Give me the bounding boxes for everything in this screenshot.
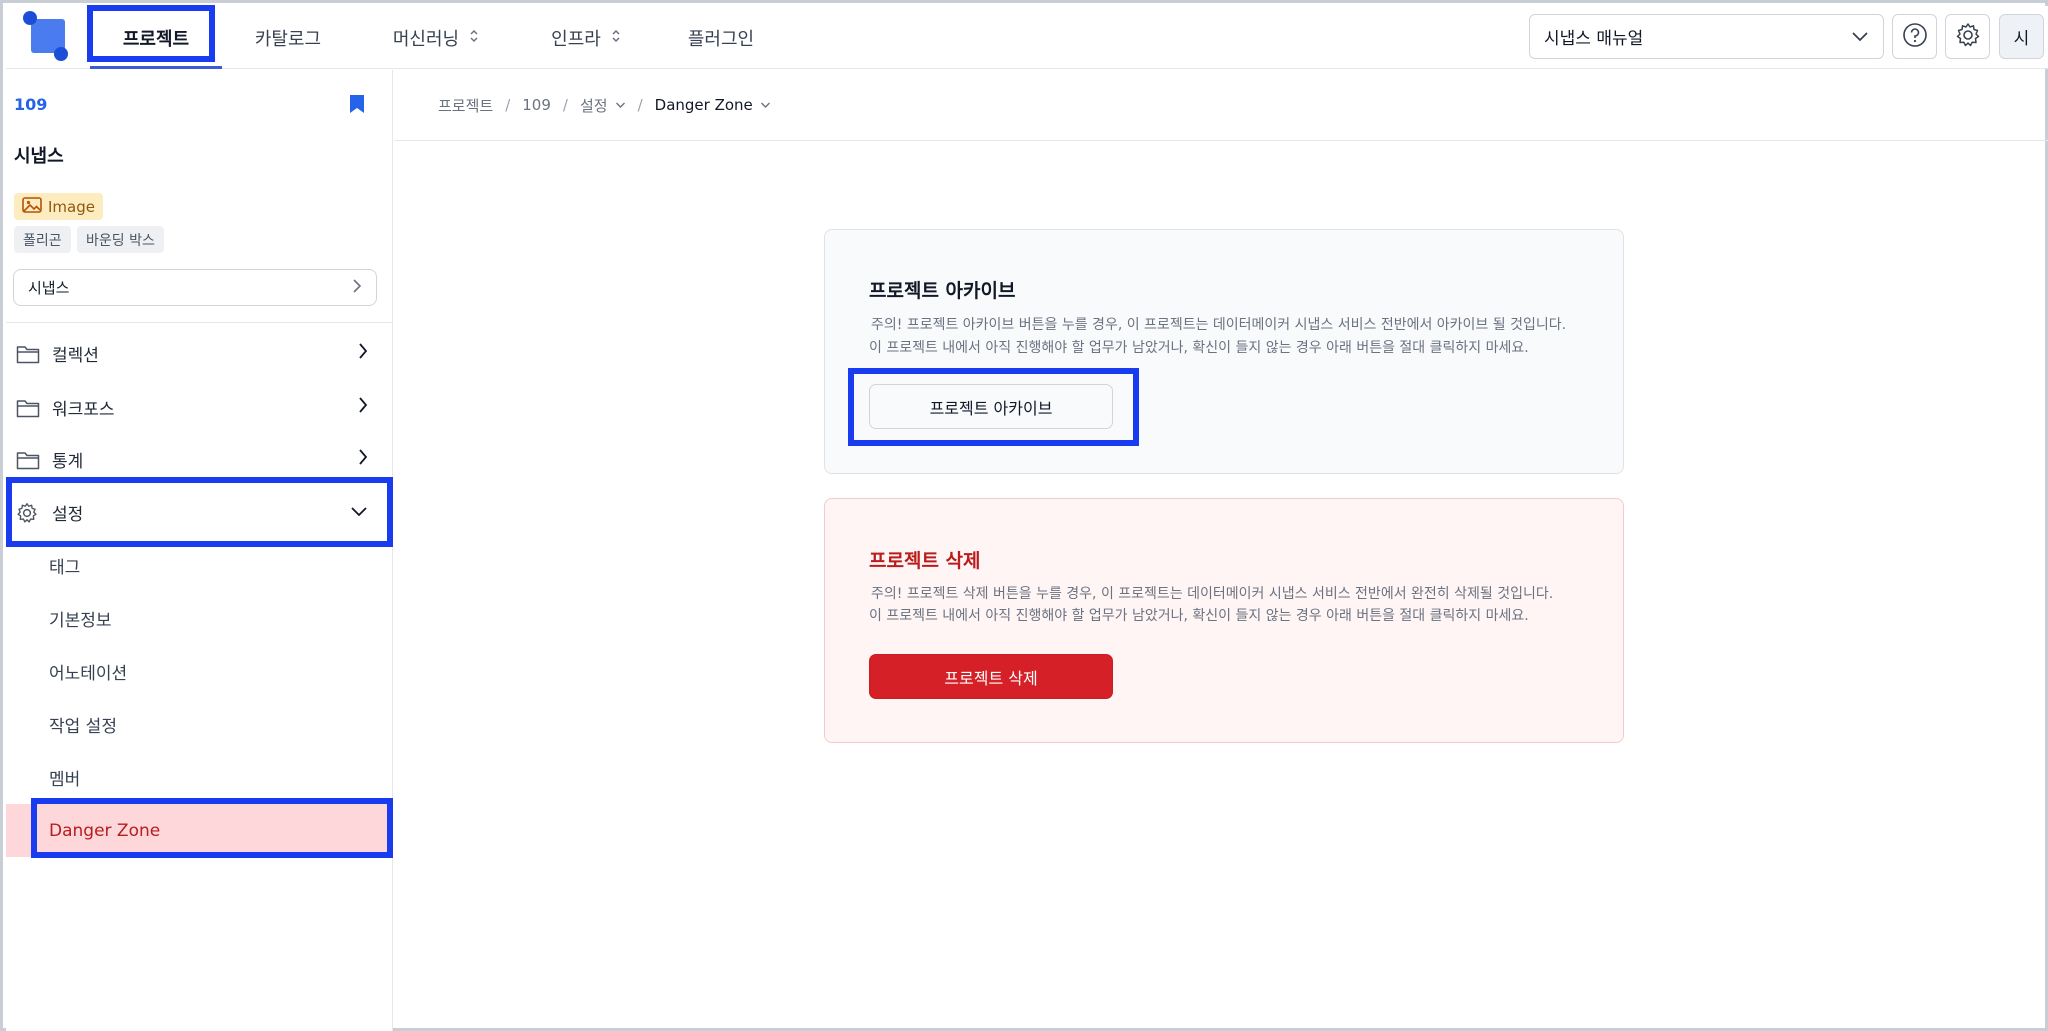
active-tab-underline (90, 66, 222, 69)
nav-tab-projects[interactable]: 프로젝트 (90, 6, 222, 69)
sidebar-subitem-label: 기본정보 (49, 611, 112, 631)
workspace-name: 시냅스 (28, 279, 70, 297)
nav-tab-label: 플러그인 (687, 28, 755, 50)
folder-icon (16, 449, 42, 471)
settings-button[interactable] (1945, 14, 1990, 59)
breadcrumb-separator: / (637, 96, 643, 114)
sidebar-item-label: 워크포스 (52, 400, 115, 420)
chevron-right-icon (358, 448, 368, 471)
breadcrumb-projects[interactable]: 프로젝트 (438, 95, 493, 116)
archive-warning-line1: 주의! 프로젝트 아카이브 버튼을 누를 경우, 이 프로젝트는 데이터메이커 … (871, 317, 1567, 333)
delete-card: 프로젝트 삭제 주의! 프로젝트 삭제 버튼을 누를 경우, 이 프로젝트는 데… (824, 498, 1624, 743)
project-sidebar: 109 시냅스 Image 폴리곤 바운딩 박스 시냅스 컬렉션 워크포스 통계… (6, 70, 393, 1031)
sidebar-subitem-label: 멤버 (49, 770, 81, 790)
sidebar-subitem-members[interactable]: 멤버 (6, 751, 392, 804)
sidebar-item-collections[interactable]: 컬렉션 (6, 327, 392, 380)
bookmark-icon[interactable] (348, 94, 366, 118)
nav-tab-label: 인프라 (551, 28, 601, 50)
manual-select[interactable]: 시냅스 매뉴얼 (1529, 14, 1884, 59)
avatar-initial: 시 (2013, 29, 2030, 49)
chevron-right-icon (352, 278, 362, 298)
archive-project-button[interactable]: 프로젝트 아카이브 (869, 384, 1113, 429)
nav-tab-machine-learning[interactable]: 머신러닝 (376, 6, 496, 69)
annotation-tag: 바운딩 박스 (77, 226, 164, 253)
user-avatar[interactable]: 시 (1999, 14, 2044, 59)
project-id: 109 (14, 95, 48, 114)
nav-tab-infra[interactable]: 인프라 (536, 6, 636, 69)
data-type-badge: Image (14, 193, 103, 220)
sidebar-divider (6, 322, 392, 323)
archive-button-label: 프로젝트 아카이브 (929, 398, 1053, 418)
sidebar-subitem-basic-info[interactable]: 기본정보 (6, 592, 392, 645)
sidebar-item-label: 컬렉션 (52, 346, 99, 366)
sidebar-subitem-work-settings[interactable]: 작업 설정 (6, 698, 392, 751)
breadcrumb: 프로젝트 / 109 / 설정 / Danger Zone (438, 93, 771, 117)
workspace-select[interactable]: 시냅스 (13, 269, 377, 306)
nav-tab-plugins[interactable]: 플러그인 (671, 6, 771, 69)
sidebar-subitem-tags[interactable]: 태그 (6, 539, 392, 592)
chevron-right-icon (358, 396, 368, 419)
chevron-down-icon (350, 503, 368, 523)
chevron-right-icon (358, 342, 368, 365)
data-type-label: Image (48, 197, 95, 216)
sidebar-item-settings[interactable]: 설정 (6, 486, 392, 539)
sort-chevron-icon (469, 29, 479, 47)
manual-select-value: 시냅스 매뉴얼 (1544, 29, 1644, 49)
sidebar-item-label: 통계 (52, 452, 84, 472)
annotation-tag: 폴리곤 (14, 226, 71, 253)
breadcrumb-separator: / (562, 96, 568, 114)
sidebar-item-label: 설정 (52, 505, 84, 525)
sidebar-subitem-annotation[interactable]: 어노테이션 (6, 645, 392, 698)
sidebar-subitem-danger-zone[interactable]: Danger Zone (6, 804, 392, 857)
help-icon (1902, 22, 1928, 52)
help-button[interactable] (1892, 14, 1937, 59)
nav-tab-label: 카탈로그 (254, 28, 322, 50)
nav-tab-label: 머신러닝 (392, 28, 460, 50)
sidebar-subitem-label: 어노테이션 (49, 664, 128, 684)
image-icon (22, 196, 42, 217)
sort-chevron-icon (611, 29, 621, 47)
archive-warning-line2: 이 프로젝트 내에서 아직 진행해야 할 업무가 남았거나, 확신이 들지 않는… (869, 340, 1529, 356)
header-divider (394, 140, 2048, 141)
archive-title: 프로젝트 아카이브 (869, 280, 1016, 302)
delete-warning-line1: 주의! 프로젝트 삭제 버튼을 누를 경우, 이 프로젝트는 데이터메이커 시냅… (871, 586, 1554, 602)
sidebar-item-statistics[interactable]: 통계 (6, 433, 392, 486)
chevron-down-icon[interactable] (615, 99, 626, 112)
breadcrumb-separator: / (505, 96, 511, 114)
delete-button-label: 프로젝트 삭제 (944, 668, 1038, 688)
delete-warning-line2: 이 프로젝트 내에서 아직 진행해야 할 업무가 남았거나, 확신이 들지 않는… (869, 608, 1529, 624)
sidebar-subitem-label: 태그 (49, 558, 81, 578)
sidebar-subitem-label: Danger Zone (49, 820, 161, 841)
breadcrumb-current: Danger Zone (654, 96, 753, 114)
settings-icon (1955, 22, 1981, 52)
sidebar-subitem-label: 작업 설정 (49, 717, 117, 737)
gear-icon (16, 502, 42, 524)
nav-tab-catalog[interactable]: 카탈로그 (238, 6, 338, 69)
breadcrumb-settings[interactable]: 설정 (580, 95, 608, 116)
chevron-down-icon[interactable] (760, 99, 771, 112)
sidebar-item-workforce[interactable]: 워크포스 (6, 381, 392, 434)
top-nav-bar: 프로젝트 카탈로그 머신러닝 인프라 플러그인 시냅스 매뉴얼 시 (6, 6, 2048, 69)
chevron-down-icon (1851, 27, 1869, 47)
nav-tab-label: 프로젝트 (122, 28, 190, 50)
app-window: 프로젝트 카탈로그 머신러닝 인프라 플러그인 시냅스 매뉴얼 시 109 시냅… (0, 0, 2048, 1031)
project-name: 시냅스 (14, 146, 64, 167)
delete-title: 프로젝트 삭제 (869, 550, 981, 572)
archive-card: 프로젝트 아카이브 주의! 프로젝트 아카이브 버튼을 누를 경우, 이 프로젝… (824, 229, 1624, 474)
app-logo[interactable] (23, 11, 73, 61)
delete-project-button[interactable]: 프로젝트 삭제 (869, 654, 1113, 699)
breadcrumb-project-id[interactable]: 109 (522, 96, 551, 114)
folder-icon (16, 343, 42, 365)
folder-icon (16, 397, 42, 419)
